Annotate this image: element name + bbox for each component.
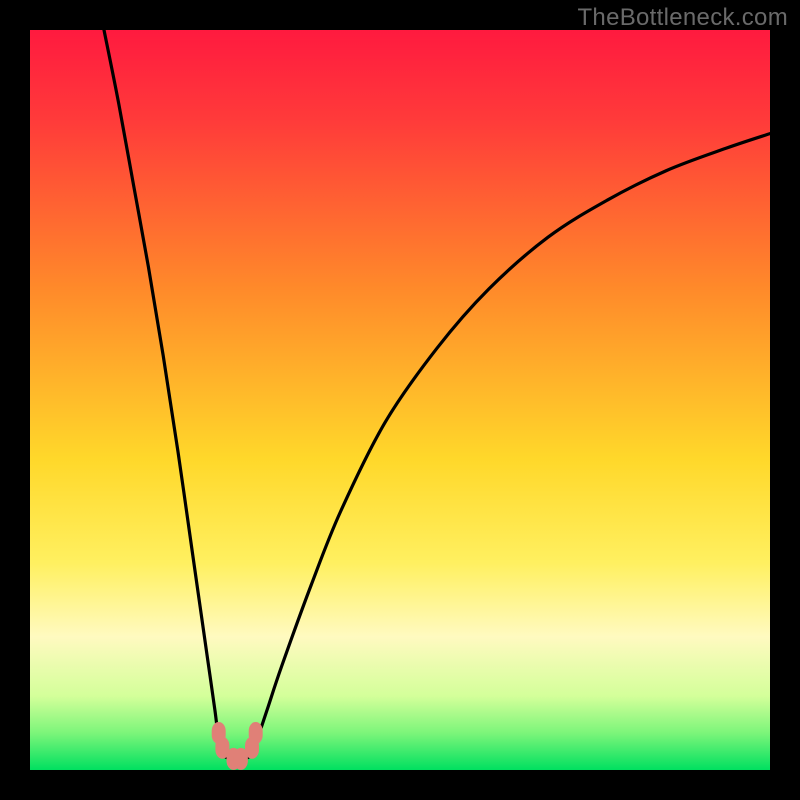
watermark-text: TheBottleneck.com <box>577 4 788 32</box>
bottleneck-chart <box>30 30 770 770</box>
chart-frame: TheBottleneck.com <box>0 0 800 800</box>
datapoint-marker <box>249 722 263 744</box>
